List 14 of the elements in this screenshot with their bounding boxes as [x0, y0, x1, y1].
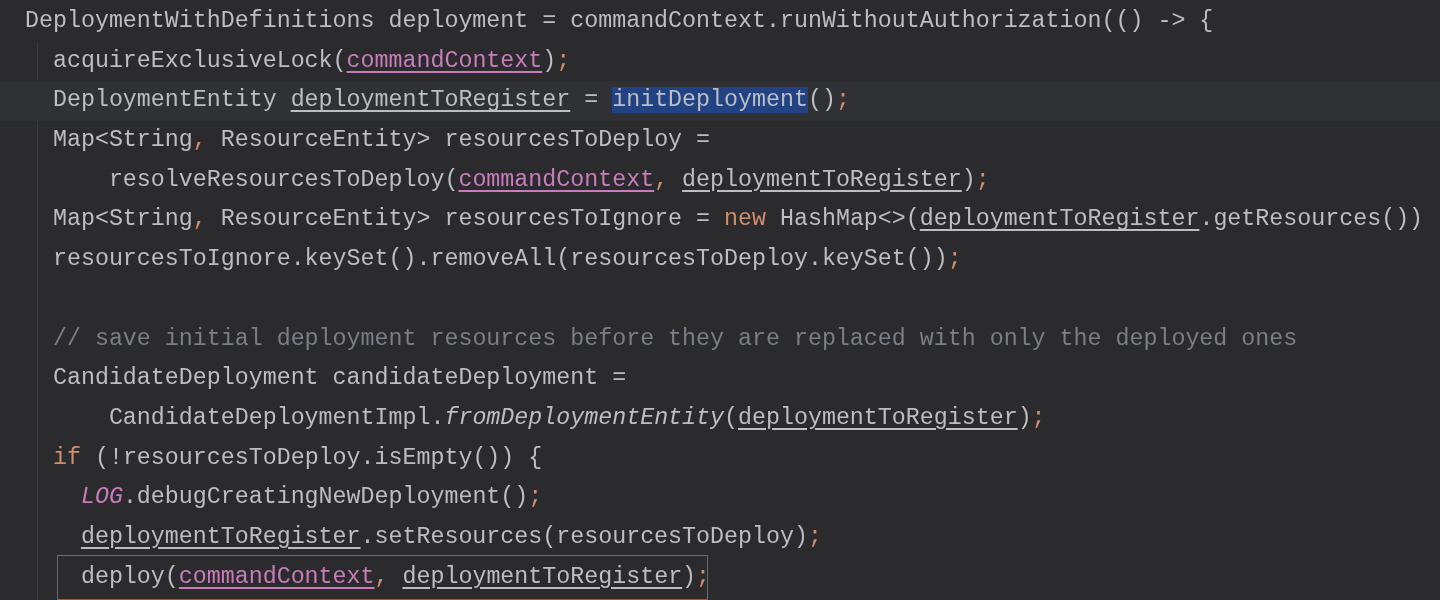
code-line: CandidateDeployment candidateDeployment =	[51, 365, 627, 392]
code-line: deploy(commandContext, deploymentToRegister);	[79, 563, 711, 590]
code-line: resourcesToIgnore.keySet().removeAll(resourcesToDeploy.keySet());	[51, 246, 962, 273]
code-line: CandidateDeploymentImpl.fromDeploymentEntity(deploymentToRegister);	[107, 404, 1046, 431]
code-line: resolveResourcesToDeploy(commandContext, deploymentToRegister);	[107, 166, 990, 193]
code-line: DeploymentEntity deploymentToRegister = initDeployment();	[51, 87, 850, 114]
code-line: LOG.debugCreatingNewDeployment();	[79, 484, 543, 511]
code-line: acquireExclusiveLock(commandContext);	[51, 47, 571, 74]
code-comment: // save initial deployment resources before they are replaced with only the deployed ones	[51, 325, 1298, 352]
code-line: if (!resourcesToDeploy.isEmpty()) {	[51, 444, 543, 471]
code-line: DeploymentWithDefinitions deployment = commandContext.runWithoutAuthorization(() -> {	[25, 8, 1214, 34]
code-line: Map<String, ResourceEntity> resourcesToIgnore = new HashMap<>(deploymentToRegister.getResources())	[51, 206, 1424, 233]
code-line: Map<String, ResourceEntity> resourcesToDeploy =	[51, 127, 711, 154]
code-line: deploymentToRegister.setResources(resourcesToDeploy);	[79, 523, 822, 550]
